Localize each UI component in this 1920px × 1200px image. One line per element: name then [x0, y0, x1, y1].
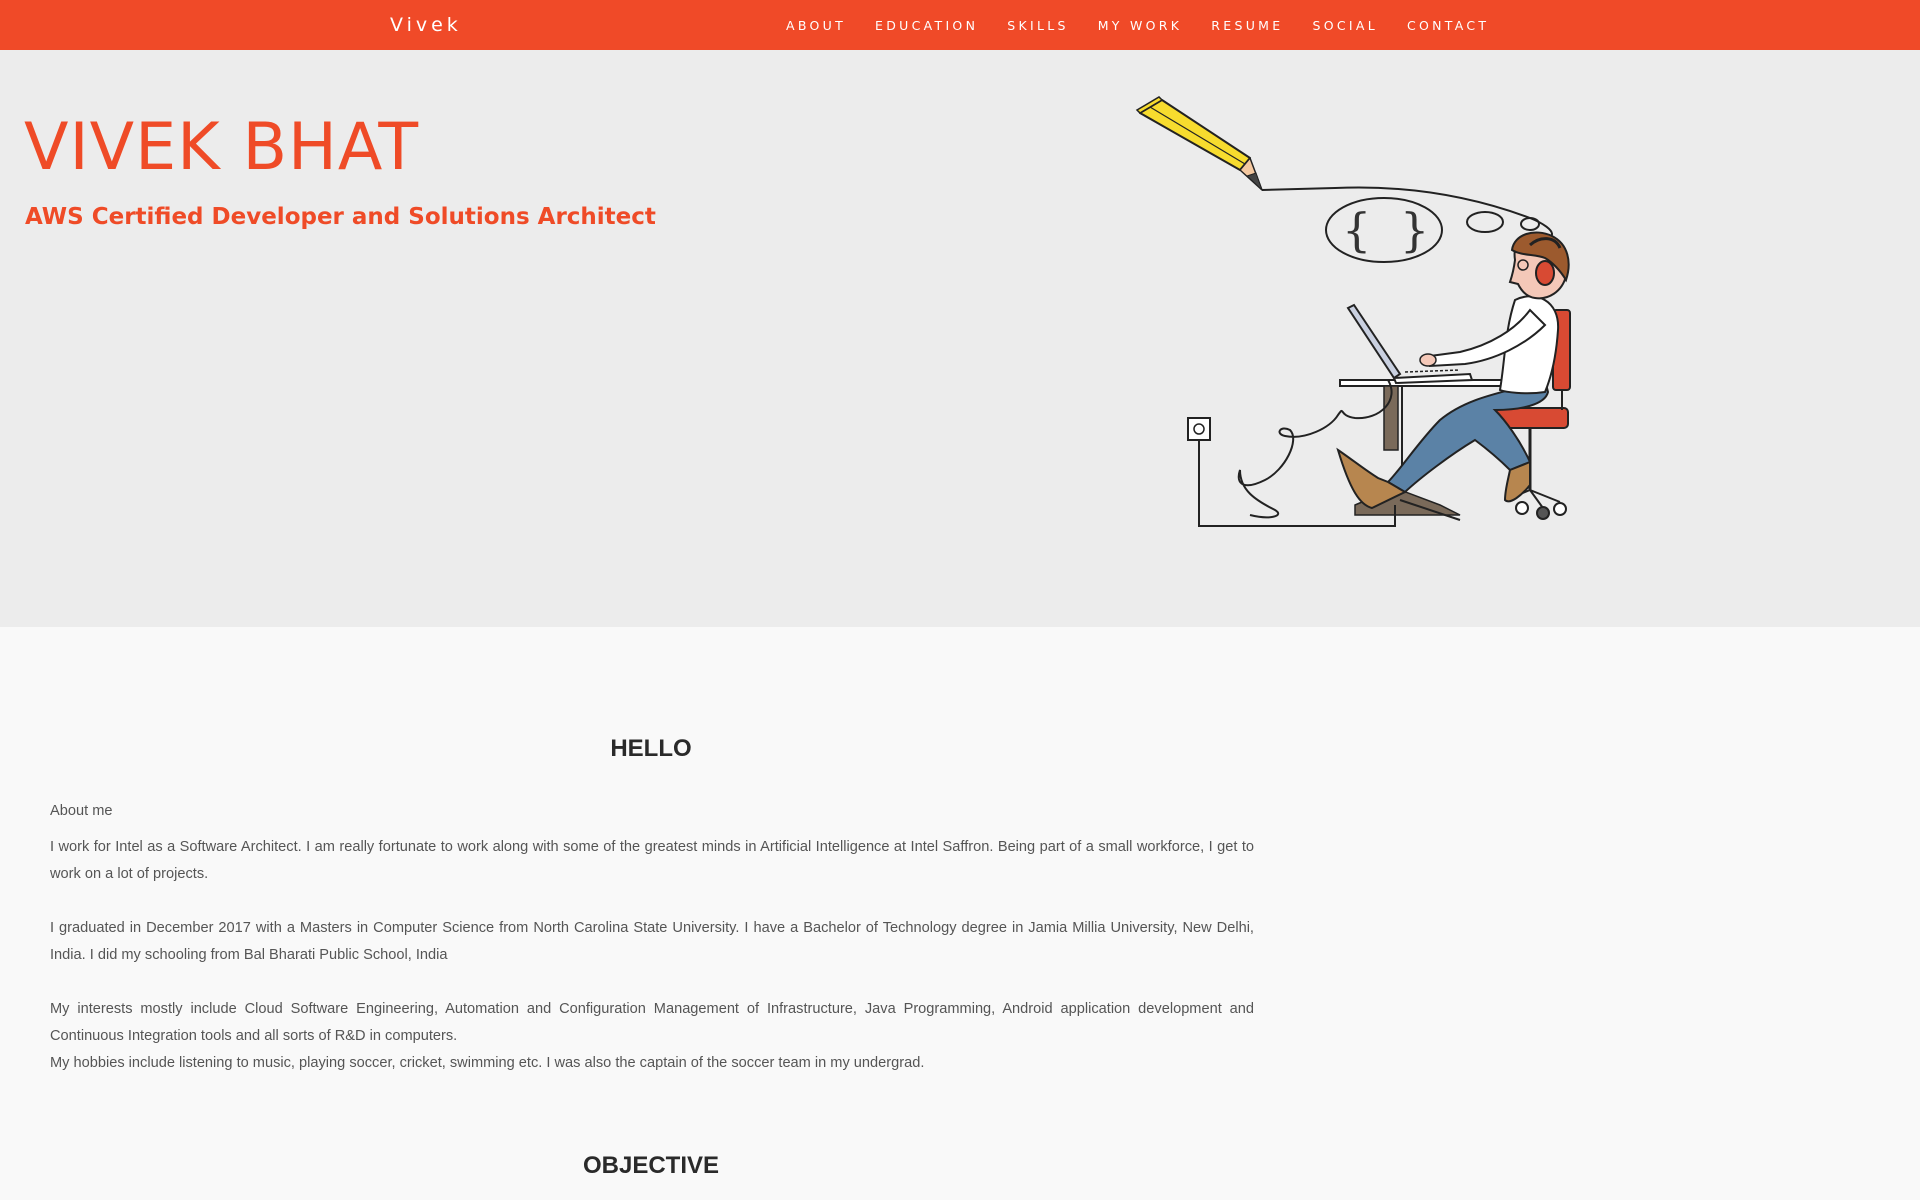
nav-link-my-work[interactable]: MY WORK — [1098, 18, 1183, 33]
top-navbar: Vivek ABOUT EDUCATION SKILLS MY WORK RES… — [0, 0, 1920, 50]
svg-text:{: { — [1342, 203, 1371, 257]
person-icon — [1336, 231, 1570, 510]
about-text-block: About me I work for Intel as a Software … — [50, 798, 1254, 1077]
nav-link-social[interactable]: SOCIAL — [1312, 18, 1378, 33]
pencil-icon — [1135, 96, 1263, 191]
nav-link-contact[interactable]: CONTACT — [1407, 18, 1489, 33]
hero-name: VIVEK BHAT — [24, 110, 420, 185]
about-paragraph-work: I work for Intel as a Software Architect… — [50, 839, 1254, 882]
objective-heading: OBJECTIVE — [582, 1152, 720, 1179]
about-paragraph-education: I graduated in December 2017 with a Mast… — [50, 920, 1254, 963]
hello-heading: HELLO — [610, 735, 692, 762]
nav-links: ABOUT EDUCATION SKILLS MY WORK RESUME SO… — [786, 0, 1489, 50]
nav-link-resume[interactable]: RESUME — [1211, 18, 1283, 33]
laptop-icon — [1346, 303, 1474, 385]
nav-link-education[interactable]: EDUCATION — [875, 18, 978, 33]
about-me-label: About me — [50, 803, 113, 819]
brand-link[interactable]: Vivek — [390, 0, 462, 50]
hero-section: VIVEK BHAT AWS Certified Developer and S… — [0, 50, 1920, 627]
about-paragraph-hobbies: My hobbies include listening to music, p… — [50, 1055, 925, 1071]
about-section: HELLO About me I work for Intel as a Sof… — [0, 627, 1920, 1200]
nav-link-skills[interactable]: SKILLS — [1007, 18, 1068, 33]
developer-at-laptop-illustration: { } — [1135, 96, 1571, 527]
nav-link-about[interactable]: ABOUT — [786, 18, 846, 33]
about-paragraph-interests: My interests mostly include Cloud Softwa… — [50, 1001, 1254, 1044]
svg-text:}: } — [1400, 203, 1429, 257]
hero-title: AWS Certified Developer and Solutions Ar… — [25, 204, 656, 230]
